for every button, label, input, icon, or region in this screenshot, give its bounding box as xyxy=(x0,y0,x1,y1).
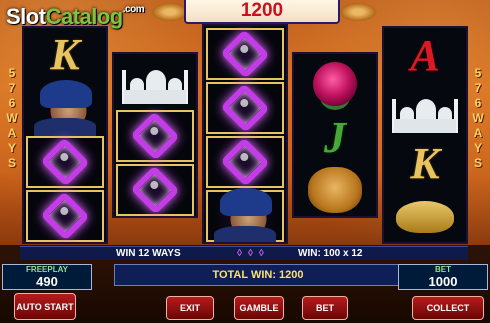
purple-diamond-icon xyxy=(40,137,90,187)
total-win-display: TOTAL WIN: 1200 xyxy=(114,264,402,286)
auto-start-button[interactable]: AUTO START xyxy=(14,293,76,320)
boat-icon xyxy=(396,201,454,233)
gamble-button[interactable]: GAMBLE xyxy=(234,296,284,320)
purple-diamond-icon xyxy=(130,165,180,215)
reel-4-symbol-rose xyxy=(296,58,374,110)
exit-button[interactable]: EXIT xyxy=(166,296,214,320)
reel-3-symbol-diamond xyxy=(206,136,284,188)
bet-meter: BET 1000 xyxy=(398,264,488,290)
reel-2-symbol-diamond xyxy=(116,164,194,216)
reel-3 xyxy=(202,24,288,244)
reel-4-symbol-leopard xyxy=(296,164,374,216)
reel-4: J xyxy=(292,52,378,218)
palace-icon xyxy=(120,58,190,106)
purple-diamond-icon xyxy=(220,83,270,133)
reel-5: A K xyxy=(382,26,468,244)
ways-label-right: 576 WAYS xyxy=(472,66,484,170)
purple-diamond-icon xyxy=(220,137,270,187)
freeplay-meter: FREEPLAY 490 xyxy=(2,264,92,290)
ways-label-left: 576 WAYS xyxy=(6,66,18,170)
reel-1-symbol-man xyxy=(26,78,104,138)
purple-diamond-icon xyxy=(130,111,180,161)
reel-5-symbol-palace xyxy=(386,84,464,138)
reel-2-symbol-diamond xyxy=(116,110,194,162)
win-symbol-icons: ◊◊◊ xyxy=(237,248,270,259)
reel-3-symbol-diamond xyxy=(206,82,284,134)
site-logo: SlotCatalog.com xyxy=(6,4,145,29)
reel-1-symbol-diamond xyxy=(26,190,104,242)
win-ways-text: WIN 12 WAYS xyxy=(116,248,181,259)
palace-icon xyxy=(390,87,460,135)
rose-icon xyxy=(313,62,357,106)
reel-1-symbol-diamond xyxy=(26,136,104,188)
reel-4-symbol-j: J xyxy=(324,113,346,162)
reel-5-symbol-boat xyxy=(386,192,464,242)
reel-2 xyxy=(112,52,198,218)
collect-button[interactable]: COLLECT xyxy=(412,296,484,320)
bet-button[interactable]: BET xyxy=(302,296,348,320)
reel-3-symbol-man xyxy=(206,186,284,242)
reel-5-symbol-k: K xyxy=(410,139,440,188)
reel-5-symbol-a: A xyxy=(410,31,440,80)
ornament-right xyxy=(338,2,378,22)
reel-2-symbol-palace xyxy=(116,56,194,108)
purple-diamond-icon xyxy=(220,29,270,79)
leopard-icon xyxy=(308,167,362,213)
reel-1: K xyxy=(22,26,108,244)
win-display: 1200 xyxy=(184,0,340,24)
win-calc-text: WIN: 100 x 12 xyxy=(298,248,363,259)
reel-1-symbol-k: K xyxy=(50,30,80,79)
purple-diamond-icon xyxy=(40,191,90,241)
reel-3-symbol-diamond xyxy=(206,28,284,80)
